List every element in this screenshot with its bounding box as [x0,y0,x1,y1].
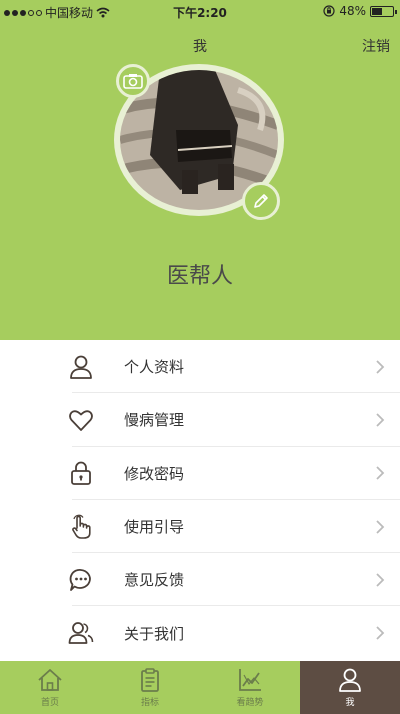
chevron-right-icon [376,573,385,587]
menu-item-about-us[interactable]: 关于我们 [0,606,400,659]
tab-label: 指标 [140,698,159,708]
trend-chart-icon [239,669,261,691]
chevron-right-icon [376,466,385,480]
chevron-right-icon [376,519,385,534]
heart-icon [69,410,93,431]
tab-home[interactable]: 首页 [0,661,100,714]
menu-item-user-guide[interactable]: 使用引导 [0,500,400,554]
chevron-right-icon [376,413,385,427]
camera-icon [123,74,143,89]
home-icon [38,669,62,691]
user-name: 医帮人 [166,264,233,289]
clipboard-icon [141,668,159,692]
chat-bubble-icon [69,568,91,591]
menu-item-label: 个人资料 [124,358,185,377]
camera-button[interactable] [116,64,150,98]
tab-label: 看趋势 [236,698,264,708]
menu-item-change-password[interactable]: 修改密码 [0,447,400,500]
status-bar: 中国移动 下午2:20 48% [0,0,400,22]
battery-percent: 48% [339,4,366,18]
user-icon [339,668,361,692]
chevron-right-icon [376,626,385,640]
tab-indicators[interactable]: 指标 [100,661,200,714]
hand-pointer-icon [72,514,91,539]
menu-item-feedback[interactable]: 意见反馈 [0,553,400,607]
person-icon [70,355,92,379]
menu-item-label: 关于我们 [124,624,185,643]
tab-label: 我 [345,698,355,708]
tab-label: 首页 [40,698,59,708]
menu-item-label: 修改密码 [124,464,185,483]
pencil-icon [254,194,268,208]
logout-button[interactable]: 注销 [362,36,390,56]
lock-icon [71,461,91,486]
settings-menu: 个人资料 慢病管理 修改密码 使用引导 意见反馈 关于我们 [0,340,400,660]
menu-item-label: 慢病管理 [124,411,185,430]
battery-icon [370,5,397,17]
edit-profile-button[interactable] [242,182,280,220]
page-title: 我 [193,39,207,55]
menu-item-label: 意见反馈 [124,571,185,590]
orientation-lock-icon [323,5,335,17]
group-icon [68,622,94,645]
tab-me[interactable]: 我 [300,661,400,714]
tab-bar: 首页 指标 看趋势 我 [0,661,400,714]
tab-trends[interactable]: 看趋势 [200,661,300,714]
menu-item-profile[interactable]: 个人资料 [0,340,400,394]
chevron-right-icon [376,360,385,374]
menu-item-label: 使用引导 [124,518,185,537]
menu-item-chronic-disease[interactable]: 慢病管理 [0,393,400,447]
